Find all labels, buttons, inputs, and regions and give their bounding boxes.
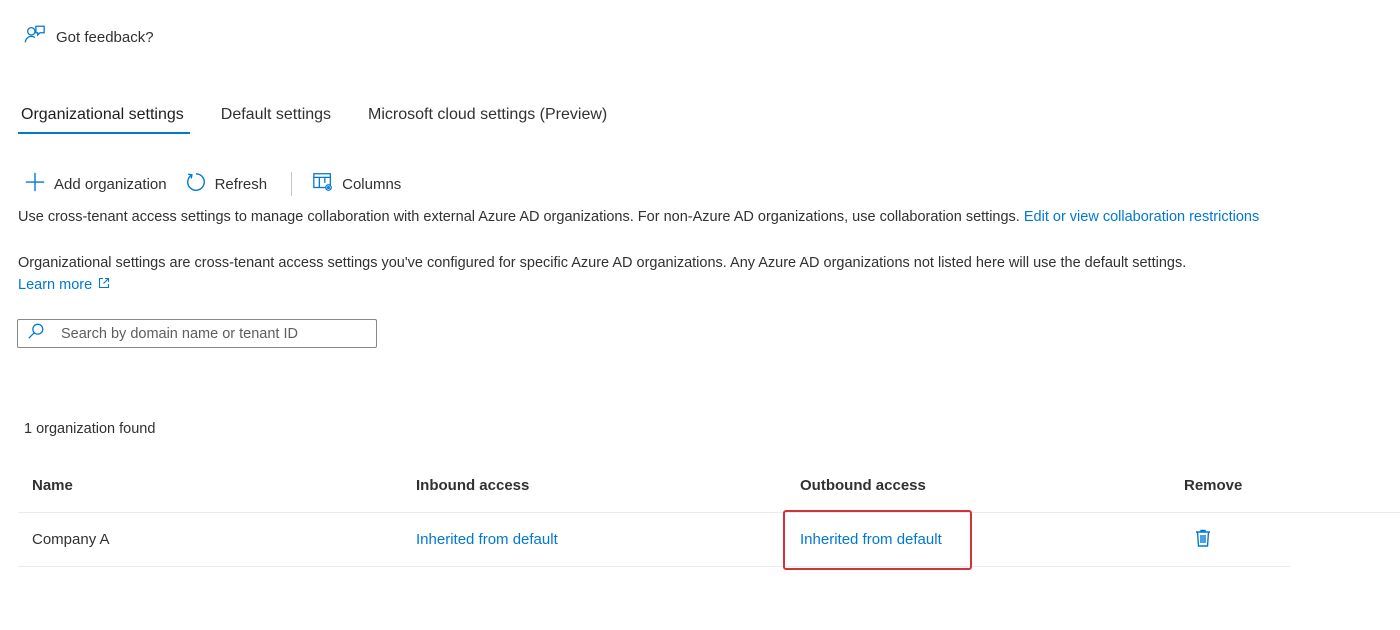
refresh-icon xyxy=(185,171,207,197)
column-header-outbound-access[interactable]: Outbound access xyxy=(800,458,926,512)
outbound-access-link[interactable]: Inherited from default xyxy=(800,531,942,548)
toolbar: Add organization Refresh Columns xyxy=(24,171,401,197)
tab-bar: Organizational settings Default settings… xyxy=(18,100,641,134)
column-header-inbound-access[interactable]: Inbound access xyxy=(416,458,529,512)
results-count: 1 organization found xyxy=(24,421,156,437)
page: Got feedback? Organizational settings De… xyxy=(0,0,1400,630)
external-link-icon xyxy=(98,275,110,295)
trash-icon xyxy=(1193,528,1213,552)
column-header-name[interactable]: Name xyxy=(32,458,73,512)
description-line-1: Use cross-tenant access settings to mana… xyxy=(18,207,1259,227)
table-header: Name Inbound access Outbound access Remo… xyxy=(18,458,1400,513)
feedback-icon xyxy=(24,24,46,50)
toolbar-divider xyxy=(291,172,293,196)
inbound-access-link[interactable]: Inherited from default xyxy=(416,531,558,548)
columns-button[interactable]: Columns xyxy=(312,171,401,197)
plus-icon xyxy=(24,171,46,197)
organization-name: Company A xyxy=(32,531,110,548)
learn-more-label: Learn more xyxy=(18,277,93,293)
refresh-label: Refresh xyxy=(214,175,268,193)
refresh-button[interactable]: Refresh xyxy=(185,171,268,197)
search-input[interactable] xyxy=(61,325,361,342)
columns-icon xyxy=(312,171,334,197)
tab-default-settings[interactable]: Default settings xyxy=(218,100,334,134)
column-header-remove: Remove xyxy=(1184,476,1243,494)
search-icon xyxy=(18,322,61,345)
description-line-2: Organizational settings are cross-tenant… xyxy=(18,255,1187,271)
feedback-label: Got feedback? xyxy=(56,28,154,46)
tab-organizational-settings[interactable]: Organizational settings xyxy=(18,100,190,134)
table-row: Company A Inherited from default Inherit… xyxy=(18,513,1290,567)
add-organization-label: Add organization xyxy=(54,175,167,193)
feedback-button[interactable]: Got feedback? xyxy=(24,24,154,50)
columns-label: Columns xyxy=(342,175,402,193)
add-organization-button[interactable]: Add organization xyxy=(24,171,167,197)
tab-microsoft-cloud-settings[interactable]: Microsoft cloud settings (Preview) xyxy=(365,100,610,134)
remove-button[interactable] xyxy=(1193,513,1213,566)
collaboration-restrictions-link[interactable]: Edit or view collaboration restrictions xyxy=(1024,209,1259,225)
search-box xyxy=(17,319,377,348)
description-text-1: Use cross-tenant access settings to mana… xyxy=(18,209,1020,225)
learn-more-link[interactable]: Learn more xyxy=(18,275,110,295)
